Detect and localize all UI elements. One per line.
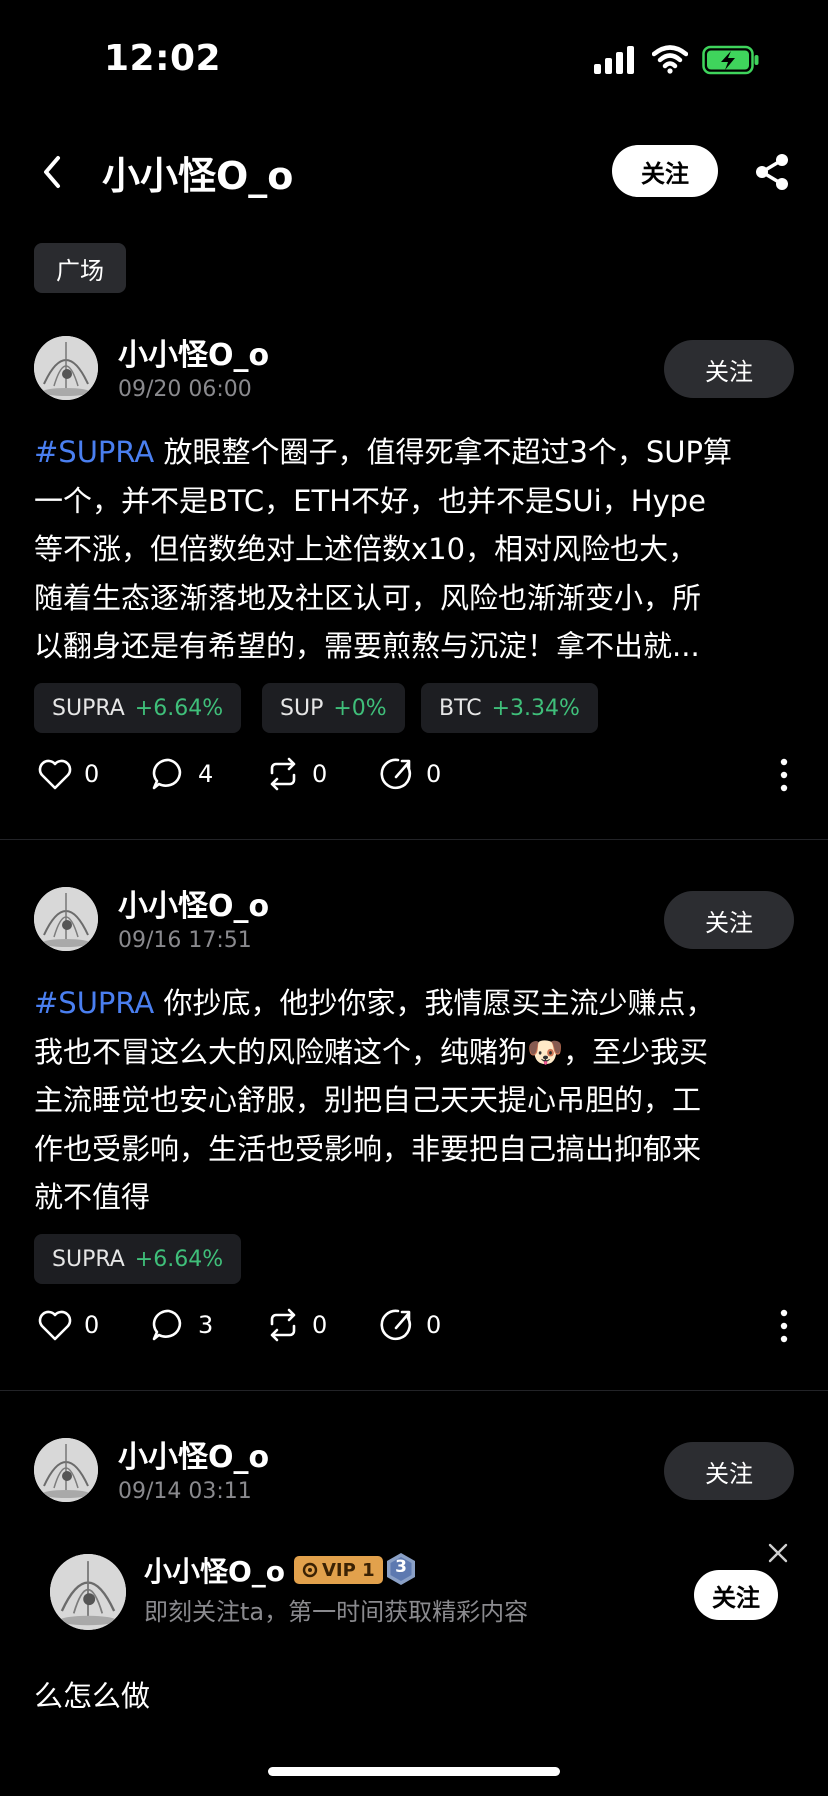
comment-button[interactable]: 4 — [150, 755, 213, 793]
vip-badge: VIP 1 — [294, 1556, 383, 1584]
repost-icon — [270, 757, 296, 791]
repost-button[interactable]: 0 — [264, 755, 327, 793]
post-follow-button[interactable]: 关注 — [664, 340, 794, 398]
coin-chip-supra[interactable]: SUPRA +6.64% — [34, 683, 242, 733]
post-date: 09/20 06:00 — [118, 377, 252, 402]
post-author[interactable]: 小小怪O_o — [118, 881, 269, 925]
divider — [0, 839, 828, 840]
coin-chip-sup[interactable]: SUP +0% — [262, 683, 405, 733]
avatar[interactable] — [34, 1438, 98, 1502]
share-icon[interactable] — [754, 152, 790, 192]
battery-charging-icon — [702, 45, 759, 75]
avatar[interactable] — [34, 887, 98, 951]
cellular-signal-icon — [594, 46, 634, 74]
page-title: 小小怪O_o — [102, 154, 294, 198]
home-indicator[interactable] — [268, 1767, 560, 1776]
vip-icon — [302, 1562, 318, 1578]
wifi-icon — [652, 45, 688, 74]
hashtag-link[interactable]: #SUPRA — [34, 986, 154, 1020]
post-text[interactable]: 么怎么做 — [34, 1672, 794, 1721]
follow-button[interactable]: 关注 — [612, 145, 718, 197]
heart-icon — [38, 1310, 72, 1341]
share-count-button[interactable]: 0 — [378, 755, 441, 793]
heart-icon — [38, 759, 72, 790]
comment-icon — [152, 758, 182, 790]
like-button[interactable]: 0 — [36, 755, 99, 793]
post-follow-button[interactable]: 关注 — [664, 891, 794, 949]
back-arrow-icon[interactable] — [38, 152, 66, 192]
post-follow-button[interactable]: 关注 — [664, 1442, 794, 1500]
post-date: 09/14 03:11 — [118, 1479, 252, 1504]
tab-plaza[interactable]: 广场 — [34, 243, 126, 293]
more-options-icon[interactable] — [779, 758, 789, 792]
banner-subtitle: 即刻关注ta，第一时间获取精彩内容 — [144, 1598, 529, 1626]
post-text[interactable]: #SUPRA 你抄底，他抄你家，我情愿买主流少赚点， 我也不冒这么大的风险赌这个… — [34, 979, 794, 1222]
follow-banner: 小小怪O_o VIP 1 3 即刻关注ta，第一时间获取精彩内容 关注 — [18, 1530, 810, 1660]
coin-chip-supra[interactable]: SUPRA +6.64% — [34, 1234, 242, 1284]
share-count-button[interactable]: 0 — [378, 1306, 441, 1344]
divider — [0, 1390, 828, 1391]
hashtag-link[interactable]: #SUPRA — [34, 435, 154, 469]
post-date: 09/16 17:51 — [118, 928, 252, 953]
comment-icon — [152, 1309, 182, 1341]
comment-button[interactable]: 3 — [150, 1306, 213, 1344]
level-badge: 3 — [386, 1552, 416, 1586]
banner-follow-button[interactable]: 关注 — [694, 1570, 778, 1620]
repost-button[interactable]: 0 — [264, 1306, 327, 1344]
forward-icon — [380, 758, 412, 790]
coin-chip-btc[interactable]: BTC +3.34% — [421, 683, 598, 733]
like-button[interactable]: 0 — [36, 1306, 99, 1344]
post-author[interactable]: 小小怪O_o — [118, 1432, 269, 1476]
banner-avatar[interactable] — [50, 1554, 126, 1630]
forward-icon — [380, 1309, 412, 1341]
post-text[interactable]: #SUPRA 放眼整个圈子，值得死拿不超过3个，SUP算 一个，并不是BTC，E… — [34, 428, 794, 671]
close-icon[interactable] — [767, 1542, 789, 1564]
repost-icon — [270, 1308, 296, 1342]
banner-username: 小小怪O_o — [144, 1555, 286, 1588]
more-options-icon[interactable] — [779, 1309, 789, 1343]
post-author[interactable]: 小小怪O_o — [118, 330, 269, 374]
status-time: 12:02 — [104, 38, 222, 79]
avatar[interactable] — [34, 336, 98, 400]
